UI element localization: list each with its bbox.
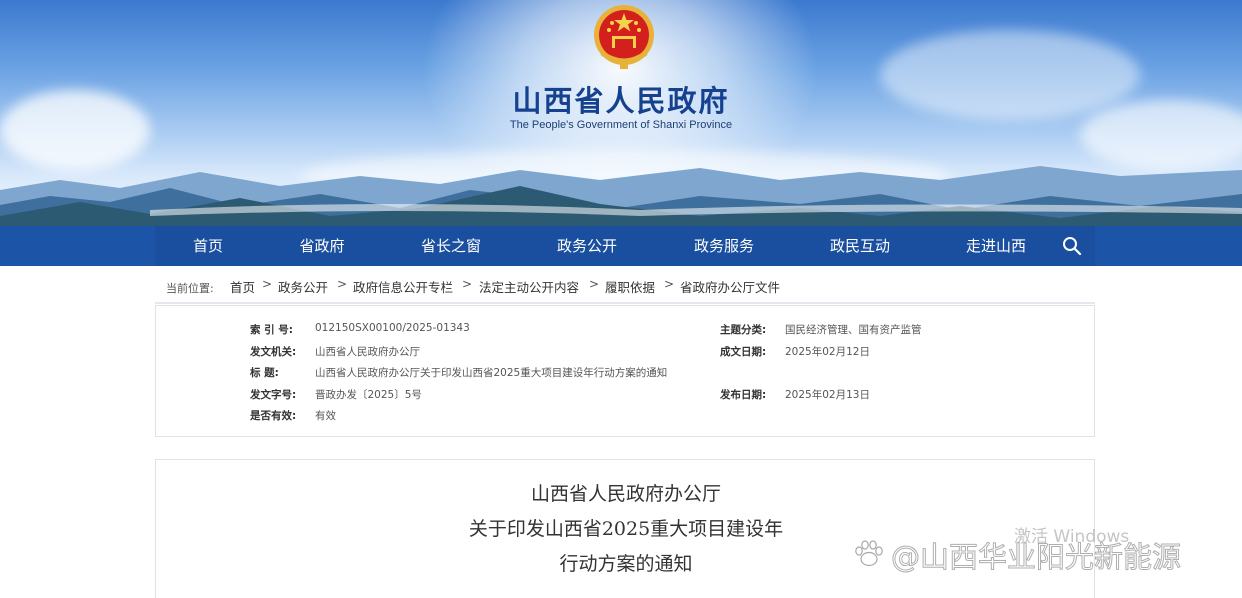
- breadcrumb-separator: >: [589, 277, 600, 291]
- nav-item-provincial-government[interactable]: 省政府: [292, 226, 352, 266]
- publish-date-value: 2025年02月13日: [785, 389, 870, 401]
- document-metadata-panel: 索 引 号: 012150SX00100/2025-01343 主题分类: 国民…: [155, 305, 1095, 437]
- issuer-label: 发文机关:: [250, 346, 297, 358]
- paw-logo-icon: [855, 540, 883, 567]
- publish-date-label: 发布日期:: [720, 389, 767, 401]
- breadcrumb-separator: >: [337, 277, 348, 291]
- breadcrumb-separator: >: [462, 277, 473, 291]
- document-title-line-1: 山西省人民政府办公厅: [530, 483, 721, 505]
- title-value: 山西省人民政府办公厅关于印发山西省2025重大项目建设年行动方案的通知: [315, 367, 668, 379]
- nav-item-government-affairs-open[interactable]: 政务公开: [549, 226, 625, 266]
- breadcrumb-item-affairs-open[interactable]: 政务公开: [278, 277, 328, 296]
- doc-number-label: 发文字号:: [250, 389, 297, 401]
- written-date-label: 成文日期:: [720, 346, 767, 358]
- breadcrumb-separator: >: [262, 277, 273, 291]
- breadcrumb-prefix: 当前位置:: [166, 282, 214, 295]
- nav-item-governor-window[interactable]: 省长之窗: [413, 226, 489, 266]
- search-icon[interactable]: [1061, 235, 1083, 257]
- breadcrumb-item-duty-basis[interactable]: 履职依据: [605, 277, 655, 296]
- validity-label: 是否有效:: [250, 410, 297, 422]
- written-date-value: 2025年02月12日: [785, 346, 870, 358]
- breadcrumb-separator: >: [664, 277, 675, 291]
- breadcrumb-item-office-documents[interactable]: 省政府办公厅文件: [680, 277, 780, 296]
- title-label: 标 题:: [250, 367, 279, 379]
- main-navigation: 首页 省政府 省长之窗 政务公开 政务服务 政民互动 走进山西: [0, 226, 1242, 266]
- site-subtitle: The People's Government of Shanxi Provin…: [509, 119, 733, 131]
- nav-item-about-shanxi[interactable]: 走进山西: [958, 226, 1034, 266]
- mountains-illustration: [0, 166, 1242, 226]
- nav-item-interaction[interactable]: 政民互动: [822, 226, 898, 266]
- section-divider: [155, 302, 1095, 304]
- validity-value: 有效: [315, 410, 336, 422]
- breadcrumb-item-mandatory-content[interactable]: 法定主动公开内容: [479, 277, 579, 296]
- site-title: 山西省人民政府: [512, 84, 730, 118]
- index-label: 索 引 号:: [250, 324, 294, 336]
- doc-number-value: 晋政办发〔2025〕5号: [315, 389, 422, 401]
- issuer-value: 山西省人民政府办公厅: [315, 346, 420, 358]
- breadcrumb-item-home[interactable]: 首页: [230, 277, 255, 296]
- watermark-text: @山西华业阳光新能源: [890, 540, 1182, 575]
- breadcrumb-item-info-column[interactable]: 政府信息公开专栏: [353, 277, 453, 296]
- topic-label: 主题分类:: [720, 324, 767, 336]
- document-body: 山西省人民政府办公厅 关于印发山西省2025重大项目建设年 行动方案的通知: [155, 459, 1095, 598]
- nav-item-government-services[interactable]: 政务服务: [686, 226, 762, 266]
- topic-value: 国民经济管理、国有资产监管: [785, 324, 922, 336]
- nav-item-home[interactable]: 首页: [178, 226, 238, 266]
- national-emblem-icon: [594, 5, 654, 69]
- index-value: 012150SX00100/2025-01343: [315, 322, 470, 334]
